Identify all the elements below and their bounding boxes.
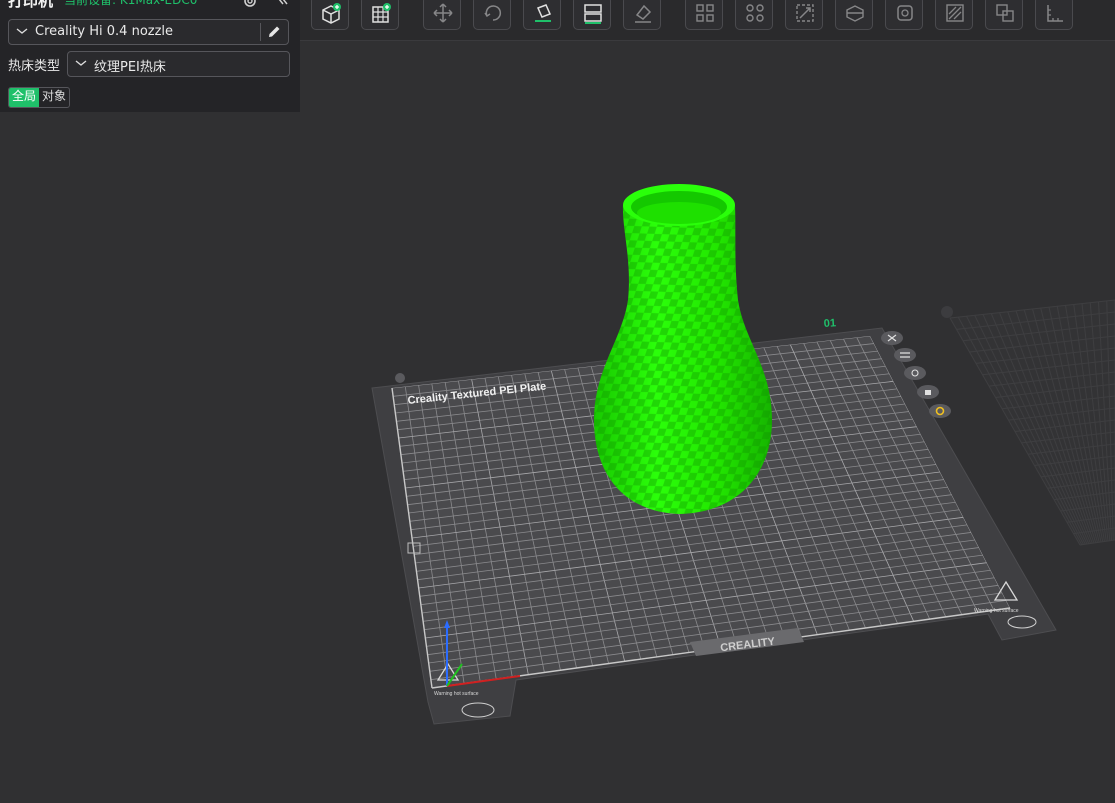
scope-object-button[interactable]: 对象 — [39, 88, 69, 107]
hollow-icon — [897, 5, 913, 21]
auto-orient-icon — [535, 4, 552, 22]
divider — [260, 23, 261, 41]
split-objects-button[interactable] — [685, 0, 723, 30]
split-to-parts-icon — [746, 4, 764, 22]
add-cube-icon — [322, 3, 341, 24]
top-toolbar — [300, 0, 1115, 41]
split-to-objects-icon — [696, 4, 714, 22]
plate-arrange-button[interactable] — [894, 348, 916, 362]
split-parts-button[interactable] — [735, 0, 773, 30]
auto-orient-button[interactable] — [523, 0, 561, 30]
plate-settings-button[interactable] — [929, 404, 951, 418]
paint-seam-icon — [946, 4, 964, 22]
scope-toggle: 全局 对象 — [8, 87, 71, 108]
chevron-down-icon — [16, 28, 28, 34]
scale-button[interactable] — [785, 0, 823, 30]
svg-text:Warning hot surface: Warning hot surface — [434, 691, 479, 697]
measure-button[interactable] — [1035, 0, 1073, 30]
add-cube-button[interactable] — [311, 0, 349, 30]
plate-lock-icon — [395, 373, 405, 383]
scope-global-button[interactable]: 全局 — [9, 88, 40, 107]
bed-type-label: 热床类型 — [8, 59, 61, 74]
collapse-panel-icon[interactable] — [274, 0, 290, 7]
add-grid-icon — [372, 3, 391, 23]
paint-seam-button[interactable] — [935, 0, 973, 30]
hollow-button[interactable] — [885, 0, 923, 30]
current-device-label: 当前设备: K1Max-EDC0 — [64, 0, 198, 7]
plate-lock-button[interactable] — [917, 385, 939, 399]
nozzle-select-value: Creality Hi 0.4 nozzle — [35, 24, 174, 39]
printer-settings-icon[interactable] — [242, 0, 258, 9]
nozzle-select[interactable]: Creality Hi 0.4 nozzle — [8, 19, 289, 45]
bed-type-select[interactable]: 纹理PEI热床 — [67, 51, 290, 77]
measure-icon — [1047, 5, 1063, 22]
vase-model[interactable] — [594, 184, 772, 514]
move-icon — [433, 3, 453, 23]
rotate-icon — [484, 5, 502, 21]
bed-type-value: 纹理PEI热床 — [94, 60, 166, 75]
edit-printer-icon[interactable] — [267, 24, 282, 39]
scene-canvas: CREALITY Creality Textured PEI Plate War… — [371, 184, 1115, 725]
arrange-button[interactable] — [573, 0, 611, 30]
cut-icon — [846, 5, 864, 22]
support-paint-icon — [996, 4, 1014, 22]
support-paint-button[interactable] — [985, 0, 1023, 30]
printer-panel: 打印机 当前设备: K1Max-EDC0 Creality Hi 0.4 noz… — [0, 0, 300, 112]
plate-close-button[interactable] — [881, 331, 903, 345]
plate-orient-button[interactable] — [904, 366, 926, 380]
plate-number: 01 — [823, 317, 836, 330]
scale-icon — [796, 4, 814, 22]
3d-viewport[interactable]: CREALITY Creality Textured PEI Plate War… — [0, 40, 1115, 803]
svg-text:Warning hot surface: Warning hot surface — [974, 608, 1019, 614]
arrange-icon — [584, 4, 602, 24]
move-button[interactable] — [423, 0, 461, 30]
add-plate-button[interactable] — [361, 0, 399, 30]
lay-on-face-button[interactable] — [623, 0, 661, 30]
lay-on-face-icon — [635, 4, 652, 23]
cut-button[interactable] — [835, 0, 873, 30]
slicer-window: 打印机 当前设备: K1Max-EDC0 Creality Hi 0.4 noz… — [0, 0, 1115, 803]
chevron-down-icon — [75, 60, 87, 66]
plate-dot-icon — [941, 306, 953, 318]
panel-title: 打印机 — [8, 0, 54, 10]
rotate-button[interactable] — [473, 0, 511, 30]
